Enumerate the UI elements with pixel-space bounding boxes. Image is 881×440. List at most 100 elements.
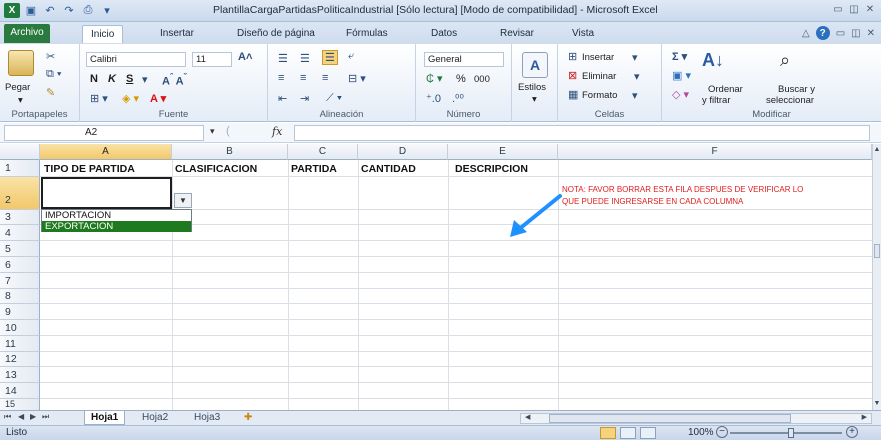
restore-icon[interactable]: ◫ [847,2,861,16]
align-right-icon[interactable]: ≡ [322,72,328,84]
fill-color-icon[interactable]: ◈ ▾ [122,92,139,105]
zoom-level[interactable]: 100% [688,427,714,438]
fill-icon[interactable]: ▣ ▾ [672,69,691,82]
tab-inicio[interactable]: Inicio [82,25,124,43]
column-header-d[interactable]: D [358,144,448,160]
row-header-8[interactable]: 8 [0,289,40,304]
paste-icon[interactable] [8,50,34,76]
page-break-view-icon[interactable] [640,427,656,439]
grow-font-icon[interactable]: Aˆ Aˇ [162,72,187,88]
row-header-1[interactable]: 1 [0,160,40,177]
row-header-5[interactable]: 5 [0,241,40,257]
tab-insertar[interactable]: Insertar [160,25,194,43]
tab-archivo[interactable]: Archivo [4,24,50,43]
row-header-12[interactable]: 12 [0,352,40,367]
currency-icon[interactable]: ₵ ▾ [426,72,443,85]
sort-filter-button-line2[interactable]: y filtrar [702,95,731,106]
cell-e1[interactable]: DESCRIPCION [455,163,528,175]
insert-dropdown-icon[interactable]: ▾ [632,51,638,64]
workbook-restore-icon[interactable]: ◫ [851,28,860,39]
zoom-out-icon[interactable]: − [716,426,728,438]
horizontal-scroll-thumb[interactable] [549,414,791,423]
column-header-e[interactable]: E [448,144,558,160]
find-select-button[interactable]: Buscar y [778,84,815,95]
normal-view-icon[interactable] [600,427,616,439]
insert-cells-icon[interactable]: ⊞ [568,50,577,63]
last-sheet-icon[interactable]: ⏭ [42,412,49,422]
tab-diseno-pagina[interactable]: Diseño de página [237,25,315,43]
row-header-13[interactable]: 13 [0,367,40,383]
scroll-down-icon[interactable]: ▼ [873,400,881,408]
save-icon[interactable]: ▣ [23,3,39,18]
dropdown-arrow-button[interactable]: ▼ [174,193,192,208]
cut-icon[interactable]: ✂ [46,50,55,63]
redo-icon[interactable]: ↷ [61,3,77,18]
dropdown-option-exportacion[interactable]: EXPORTACION [42,221,191,232]
decrease-decimal-icon[interactable]: .⁰⁰ [452,92,464,105]
increase-font-icon[interactable]: A˄ [238,51,252,63]
row-header-14[interactable]: 14 [0,383,40,399]
sort-filter-button[interactable]: Ordenar [708,84,743,95]
row-header-2[interactable]: 2 [0,177,40,210]
find-select-button-line2[interactable]: seleccionar [766,95,814,106]
sheet-tab-hoja3[interactable]: Hoja3 [188,411,226,425]
sheet-tab-hoja2[interactable]: Hoja2 [136,411,174,425]
cell-b1[interactable]: CLASIFICACION [175,163,257,175]
insert-function-icon[interactable]: fx [272,125,282,138]
tab-vista[interactable]: Vista [572,25,594,43]
insert-cells-button[interactable]: Insertar [582,52,614,63]
autosum-icon[interactable]: Σ ▾ [672,50,687,63]
align-center-icon[interactable]: ≡ [300,72,306,84]
excel-icon[interactable]: X [4,3,20,18]
italic-button[interactable]: K [108,73,116,85]
selected-cell-a2[interactable] [41,177,172,209]
cell-a1[interactable]: TIPO DE PARTIDA [44,163,135,175]
sheet-tab-hoja1[interactable]: Hoja1 [84,411,126,425]
row-header-3[interactable]: 3 [0,210,40,225]
column-header-a[interactable]: A [40,144,172,160]
wrap-text-icon[interactable]: ⤶ [348,50,354,63]
note-cell-f2[interactable]: NOTA: FAVOR BORRAR ESTA FILA DESPUES DE … [562,184,881,208]
page-layout-view-icon[interactable] [620,427,636,439]
delete-dropdown-icon[interactable]: ▾ [634,70,640,83]
select-all-corner[interactable] [0,144,40,160]
zoom-in-icon[interactable]: + [846,426,858,438]
orientation-icon[interactable]: ⟋ ▾ [326,92,342,105]
scroll-up-icon[interactable]: ▲ [873,146,881,154]
underline-dropdown-icon[interactable]: ▾ [142,73,148,86]
increase-indent-icon[interactable]: ⇥ [300,92,309,105]
percent-button[interactable]: % [456,73,466,85]
column-header-c[interactable]: C [288,144,358,160]
minimize-ribbon-icon[interactable]: △ [802,28,810,39]
styles-button[interactable]: Estilos [518,82,546,93]
align-left-icon[interactable]: ≡ [278,72,284,84]
number-format-select[interactable]: General [424,52,504,67]
bold-button[interactable]: N [90,73,98,85]
increase-decimal-icon[interactable]: ⁺.0 [426,92,441,105]
format-painter-icon[interactable]: ✎ [46,86,55,99]
font-size-select[interactable]: 11 [192,52,232,67]
row-header-6[interactable]: 6 [0,257,40,273]
borders-icon[interactable]: ⊞ ▾ [90,92,108,105]
delete-cells-icon[interactable]: ⊠ [568,69,577,82]
row-header-10[interactable]: 10 [0,320,40,336]
tab-revisar[interactable]: Revisar [500,25,534,43]
underline-button[interactable]: S [126,73,133,85]
prev-sheet-icon[interactable]: ◀ [18,412,24,421]
scroll-left-icon[interactable]: ◀ [525,413,530,421]
customize-qat-icon[interactable]: ▾ [99,3,115,18]
align-bottom-icon[interactable]: ☰ [322,50,338,65]
horizontal-scrollbar[interactable]: ◀ ▶ [520,413,872,424]
merge-center-icon[interactable]: ⊟ ▾ [348,72,366,85]
insert-sheet-icon[interactable]: ✚ [238,411,258,425]
help-icon[interactable]: ? [815,26,830,40]
tab-datos[interactable]: Datos [431,25,457,43]
row-header-4[interactable]: 4 [0,225,40,241]
styles-icon[interactable]: A [522,52,548,78]
thousands-button[interactable]: 000 [474,74,490,85]
format-cells-icon[interactable]: ▦ [568,88,578,101]
scroll-right-icon[interactable]: ▶ [862,413,867,421]
vertical-scrollbar[interactable]: ▲ ▼ [872,144,881,410]
undo-icon[interactable]: ↶ [42,3,58,18]
print-preview-icon[interactable]: ⎙ [80,3,96,18]
